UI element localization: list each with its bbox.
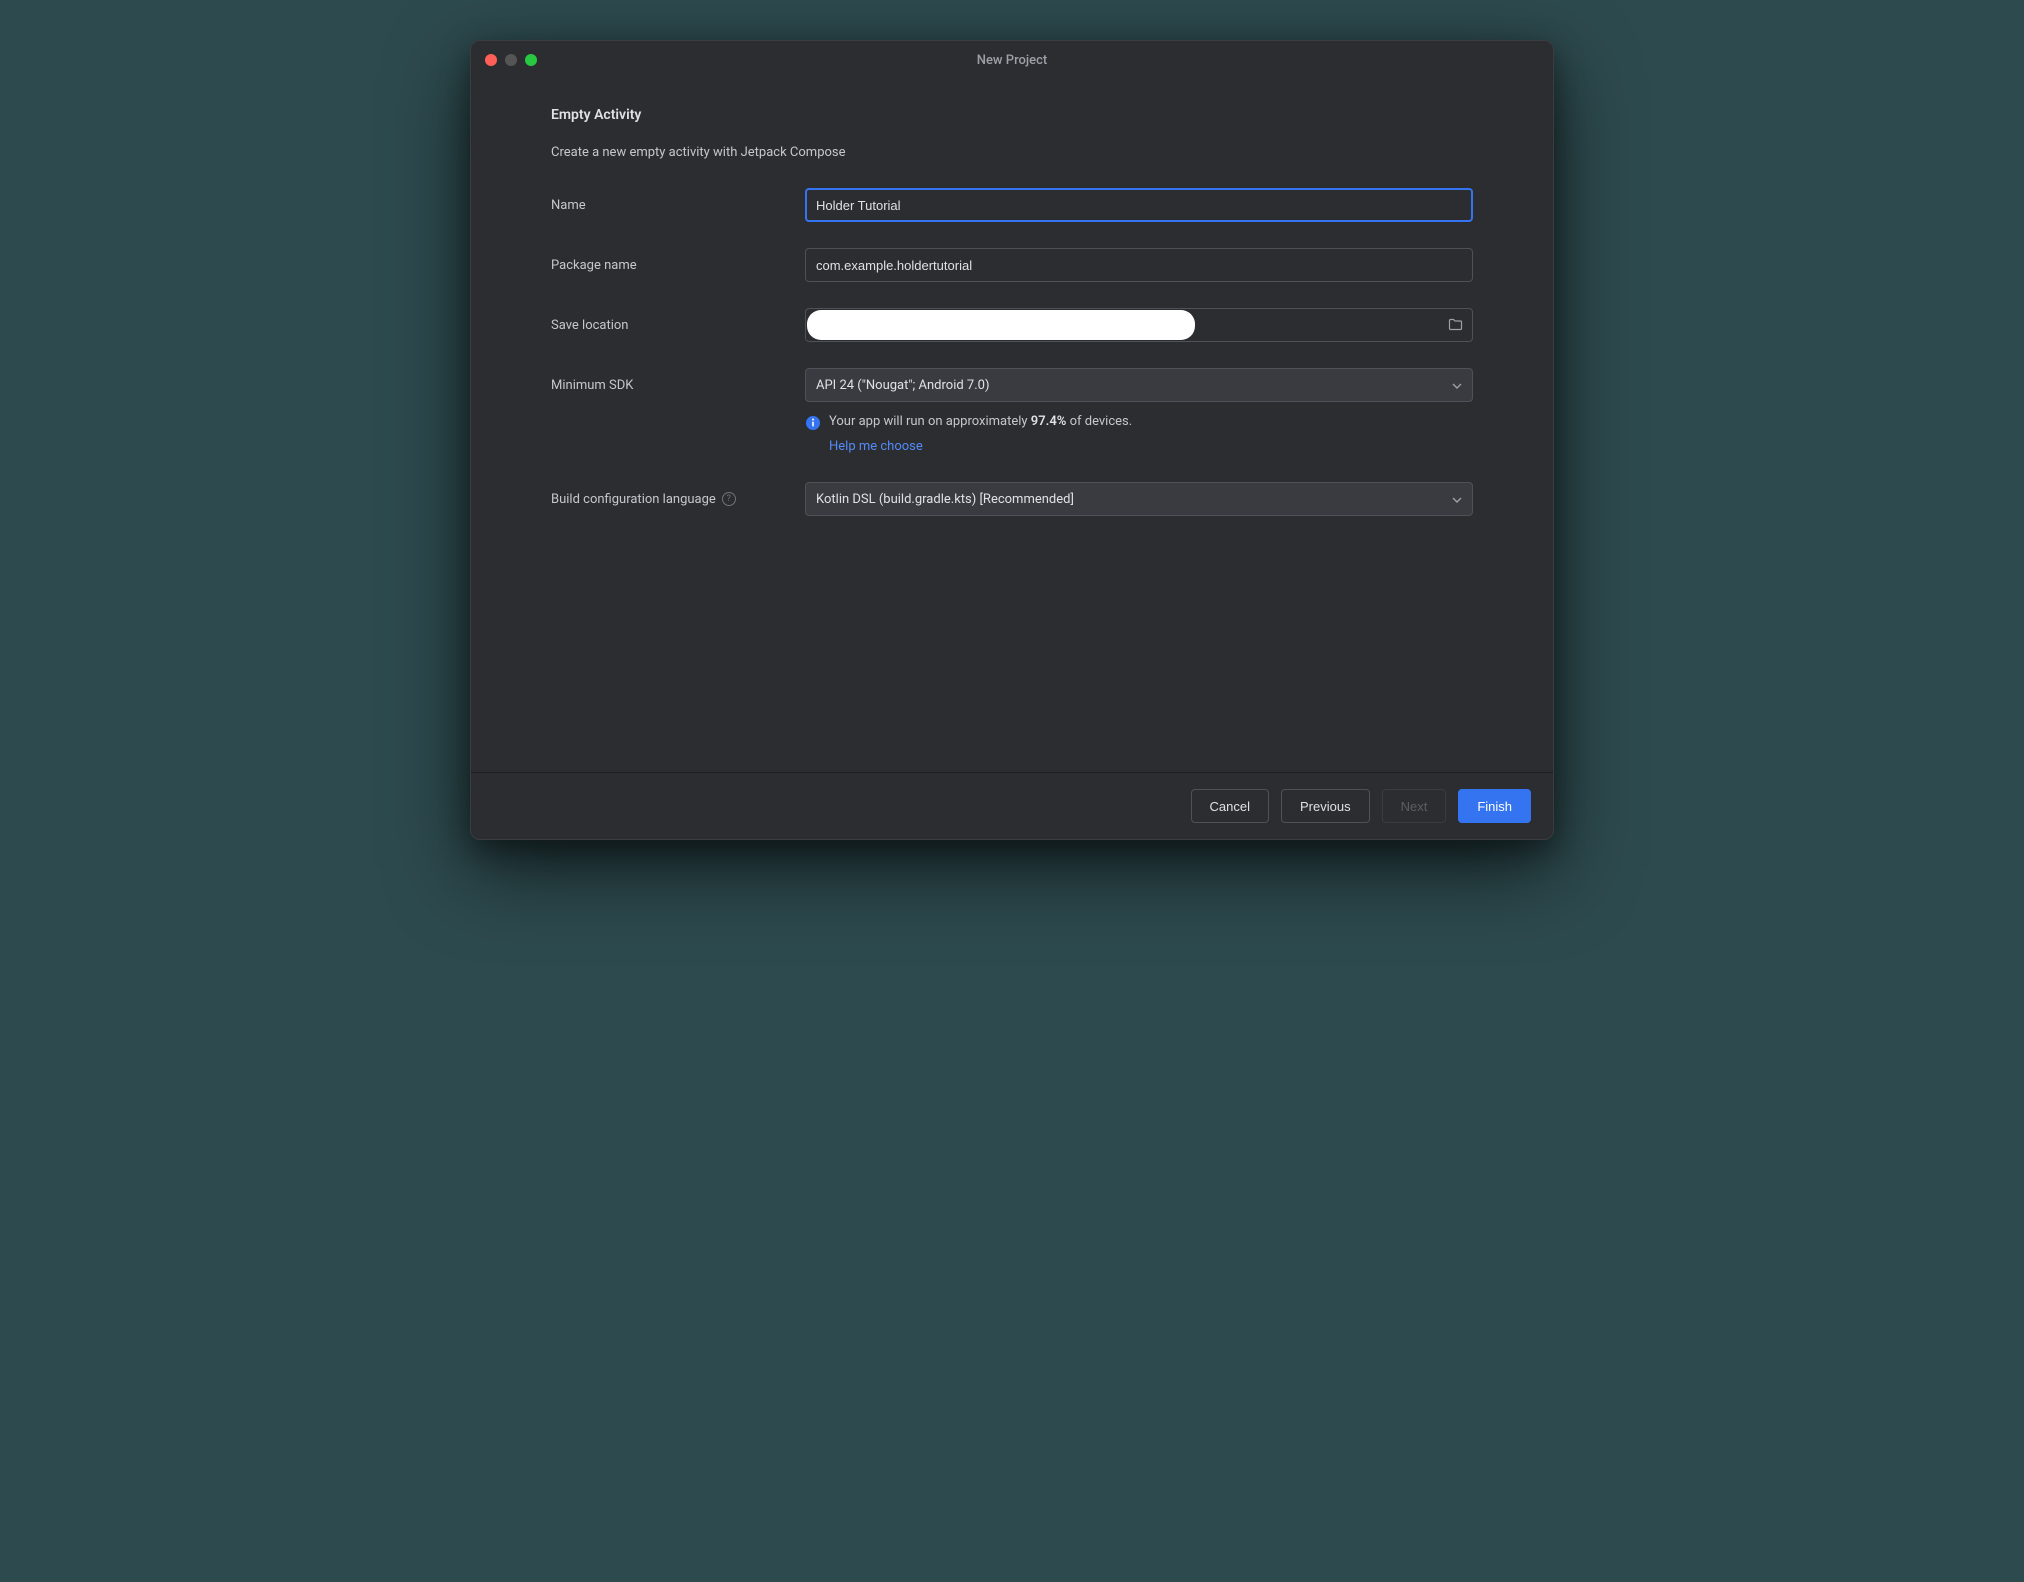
build-config-row: Build configuration language ? Kotlin DS…	[551, 482, 1473, 516]
minimum-sdk-row: Minimum SDK API 24 ("Nougat"; Android 7.…	[551, 368, 1473, 402]
build-config-select[interactable]: Kotlin DSL (build.gradle.kts) [Recommend…	[805, 482, 1473, 516]
previous-button[interactable]: Previous	[1281, 789, 1370, 823]
name-row: Name	[551, 188, 1473, 222]
package-name-input[interactable]	[805, 248, 1473, 282]
finish-button[interactable]: Finish	[1458, 789, 1531, 823]
chevron-down-icon	[1452, 492, 1462, 507]
minimize-window-button	[505, 54, 517, 66]
package-name-label: Package name	[551, 258, 805, 273]
cancel-button[interactable]: Cancel	[1191, 789, 1269, 823]
build-config-label: Build configuration language ?	[551, 492, 805, 507]
package-name-row: Package name	[551, 248, 1473, 282]
next-button: Next	[1382, 789, 1447, 823]
chevron-down-icon	[1452, 378, 1462, 393]
titlebar: New Project	[471, 41, 1553, 79]
sdk-info-row: Your app will run on approximately 97.4%…	[805, 414, 1473, 431]
new-project-dialog: New Project Empty Activity Create a new …	[470, 40, 1554, 840]
name-input[interactable]	[805, 188, 1473, 222]
info-icon	[805, 415, 821, 431]
help-me-choose-link[interactable]: Help me choose	[829, 439, 923, 454]
section-title: Empty Activity	[551, 107, 1473, 123]
dialog-content: Empty Activity Create a new empty activi…	[471, 79, 1553, 772]
dialog-footer: Cancel Previous Next Finish	[471, 772, 1553, 839]
maximize-window-button[interactable]	[525, 54, 537, 66]
save-location-row: Save location	[551, 308, 1473, 342]
help-icon[interactable]: ?	[722, 492, 736, 506]
spacer	[551, 542, 1473, 762]
section-description: Create a new empty activity with Jetpack…	[551, 145, 1473, 160]
minimum-sdk-label: Minimum SDK	[551, 378, 805, 393]
close-window-button[interactable]	[485, 54, 497, 66]
sdk-info-text: Your app will run on approximately 97.4%…	[829, 414, 1132, 429]
window-title: New Project	[977, 53, 1048, 68]
name-label: Name	[551, 198, 805, 213]
minimum-sdk-value: API 24 ("Nougat"; Android 7.0)	[816, 378, 989, 393]
window-controls	[485, 54, 537, 66]
save-location-label: Save location	[551, 318, 805, 333]
minimum-sdk-select[interactable]: API 24 ("Nougat"; Android 7.0)	[805, 368, 1473, 402]
build-config-value: Kotlin DSL (build.gradle.kts) [Recommend…	[816, 492, 1074, 507]
redacted-path	[807, 310, 1195, 340]
